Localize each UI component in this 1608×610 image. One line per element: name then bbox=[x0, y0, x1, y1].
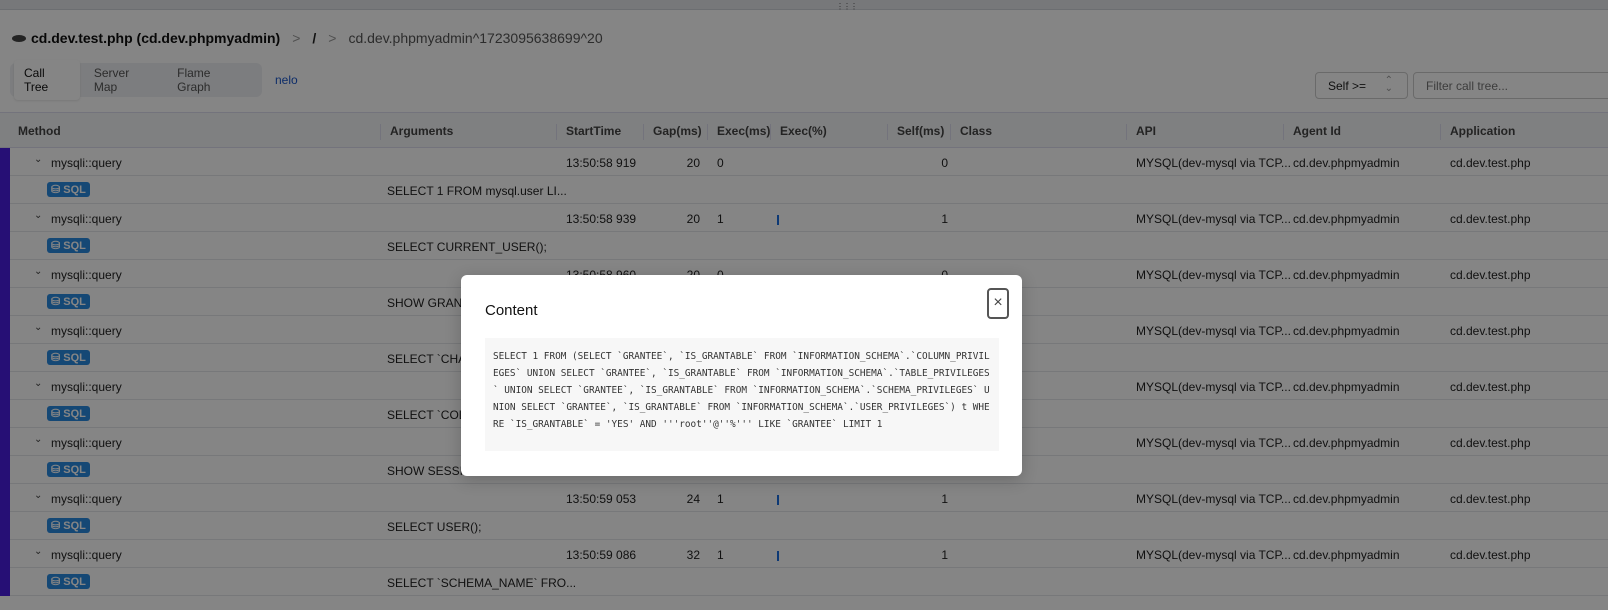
close-icon[interactable]: × bbox=[987, 288, 1009, 319]
content-modal: Content × SELECT 1 FROM (SELECT `GRANTEE… bbox=[461, 275, 1022, 476]
sql-content: SELECT 1 FROM (SELECT `GRANTEE`, `IS_GRA… bbox=[485, 338, 999, 451]
modal-title: Content bbox=[485, 302, 538, 319]
